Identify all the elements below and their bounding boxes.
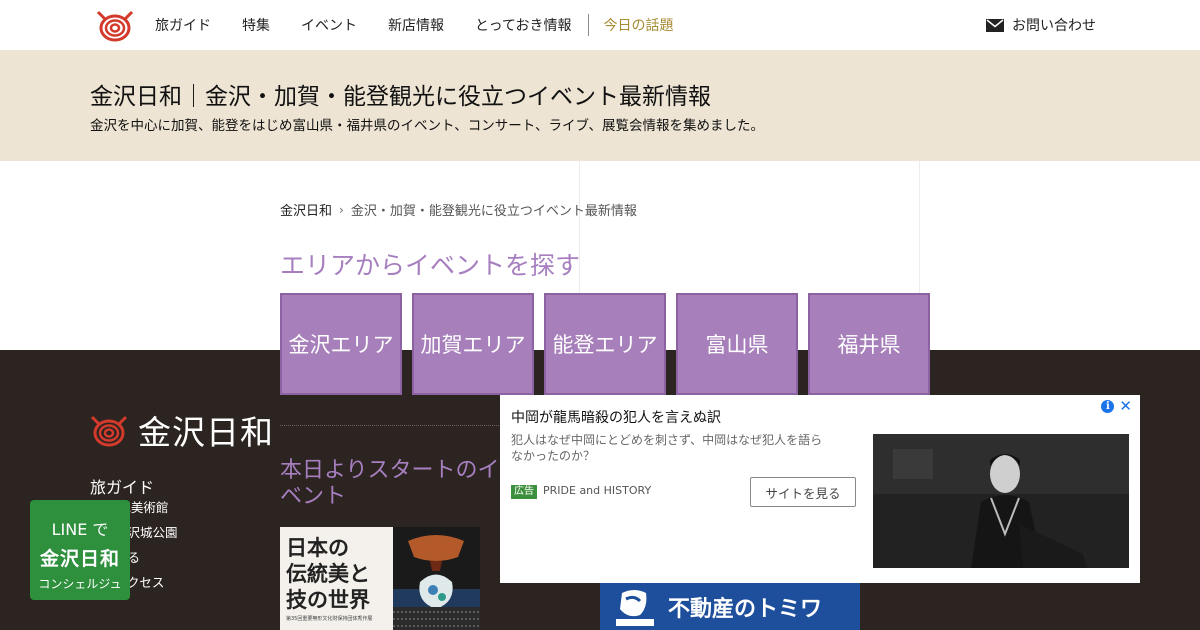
line-badge-line3: コンシェルジュ <box>38 577 122 591</box>
nav-special-info[interactable]: とっておき情報 <box>475 15 571 35</box>
poster-line-1: 日本の <box>286 535 349 560</box>
page-title: 金沢日和｜金沢・加賀・能登観光に役立つイベント最新情報 <box>90 84 711 110</box>
footer-travel-guide-heading[interactable]: 旅ガイド <box>90 474 154 498</box>
ad-bottom-area: 不動産のトミワ <box>500 583 1140 630</box>
ad-portrait-image <box>873 434 1129 568</box>
event-poster-image: 日本の 伝統美と 技の世界 第35回重要無形文化財保持団体秀作展 <box>280 527 480 630</box>
top-navigation: 旅ガイド 特集 イベント 新店情報 とっておき情報 今日の話題 お問い合わせ <box>0 0 1200 50</box>
ad-label-badge: 広告 <box>511 485 537 499</box>
ad-description: 犯人はなぜ中岡にとどめを刺さず、中岡はなぜ犯人を語らなかったのか？ <box>511 433 823 463</box>
ad-photo[interactable] <box>873 434 1129 568</box>
dotted-divider <box>280 425 505 426</box>
main-nav: 旅ガイド 特集 イベント 新店情報 とっておき情報 今日の話題 <box>155 0 704 50</box>
chevron-right-icon: › <box>339 202 344 217</box>
ad-title[interactable]: 中岡が龍馬暗殺の犯人を言えぬ訳 <box>511 407 721 427</box>
logo-icon <box>90 415 128 447</box>
breadcrumb-home[interactable]: 金沢日和 <box>280 200 332 219</box>
line-badge-line2: 金沢日和 <box>39 548 120 570</box>
tomiwa-banner-text: 不動産のトミワ <box>668 596 823 622</box>
line-concierge-badge[interactable]: LINE で 金沢日和 コンシェルジュ <box>30 500 130 600</box>
event-thumbnail[interactable]: 日本の 伝統美と 技の世界 第35回重要無形文化財保持団体秀作展 <box>280 527 480 630</box>
area-button-kaga[interactable]: 加賀エリア <box>412 293 534 395</box>
nav-new-shops[interactable]: 新店情報 <box>388 15 444 35</box>
nav-divider <box>588 14 590 36</box>
mail-icon <box>986 18 1004 32</box>
starting-today-heading: 本日よりスタートのイベント <box>280 458 500 509</box>
area-button-kanazawa[interactable]: 金沢エリア <box>280 293 402 395</box>
area-button-fukui[interactable]: 福井県 <box>808 293 930 395</box>
poster-line-2: 伝統美と <box>286 561 370 586</box>
ad-visit-site-button[interactable]: サイトを見る <box>750 477 856 507</box>
ad-sponsor: PRIDE and HISTORY <box>543 484 652 497</box>
area-button-toyama[interactable]: 富山県 <box>676 293 798 395</box>
poster-line-3: 技の世界 <box>286 587 370 612</box>
contact-link[interactable]: お問い合わせ <box>986 15 1096 35</box>
breadcrumb-current: 金沢・加賀・能登観光に役立つイベント最新情報 <box>350 204 637 219</box>
ad-controls: i ✕ <box>1101 397 1132 415</box>
tomiwa-logo-icon <box>616 590 654 626</box>
nav-today-topic[interactable]: 今日の話題 <box>603 15 673 35</box>
title-band: 金沢日和｜金沢・加賀・能登観光に役立つイベント最新情報 金沢を中心に加賀、能登を… <box>0 50 1200 161</box>
advertisement[interactable]: 中岡が龍馬暗殺の犯人を言えぬ訳 i ✕ 犯人はなぜ中岡にとどめを刺さず、中岡はな… <box>500 395 1140 630</box>
area-button-noto[interactable]: 能登エリア <box>544 293 666 395</box>
nav-events[interactable]: イベント <box>301 15 357 35</box>
logo-icon[interactable] <box>96 8 134 42</box>
area-button-list: 金沢エリア 加賀エリア 能登エリア 富山県 福井県 <box>280 293 940 395</box>
nav-features[interactable]: 特集 <box>242 15 270 35</box>
nav-travel-guide[interactable]: 旅ガイド <box>155 15 211 35</box>
footer-brand-name: 金沢日和 <box>138 413 274 452</box>
line-badge-line1: LINE で <box>51 520 109 539</box>
page-subtitle: 金沢を中心に加賀、能登をはじめ富山県・福井県のイベント、コンサート、ライブ、展覧… <box>90 118 765 134</box>
area-search-heading: エリアからイベントを探す <box>280 251 581 280</box>
close-icon[interactable]: ✕ <box>1119 397 1132 415</box>
breadcrumb: 金沢日和 › 金沢・加賀・能登観光に役立つイベント最新情報 <box>280 200 637 220</box>
contact-label: お問い合わせ <box>1012 18 1096 34</box>
footer-logo[interactable]: 金沢日和 <box>90 406 274 454</box>
tomiwa-banner[interactable]: 不動産のトミワ <box>600 583 860 630</box>
ad-info-icon[interactable]: i <box>1101 399 1115 413</box>
poster-small: 第35回重要無形文化財保持団体秀作展 <box>286 615 372 622</box>
